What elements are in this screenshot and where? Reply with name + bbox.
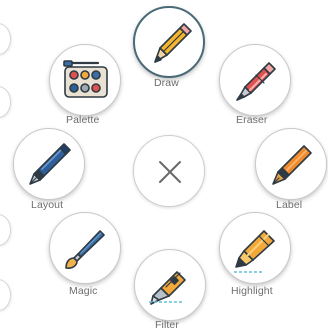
pencil-icon	[154, 23, 192, 63]
eraser-label: Eraser	[236, 114, 268, 126]
filter-label: Filter	[155, 319, 179, 331]
side-tab[interactable]	[0, 24, 10, 54]
eraser-tool-button[interactable]	[219, 44, 291, 116]
palette-tool-button[interactable]	[49, 44, 121, 116]
filter-tool-button[interactable]	[134, 249, 206, 321]
side-tab[interactable]	[0, 215, 10, 245]
magic-tool-button[interactable]	[49, 212, 121, 284]
label-label: Label	[276, 199, 303, 211]
radial-tool-menu: Draw Eraser Label Highlight Filter Magic…	[0, 0, 328, 331]
close-icon	[159, 161, 181, 183]
side-tab[interactable]	[0, 87, 10, 117]
eraser-pen-icon	[236, 62, 276, 101]
layout-label: Layout	[31, 199, 64, 211]
close-button[interactable]	[133, 135, 205, 207]
highlight-tool-button[interactable]	[219, 212, 291, 284]
highlighter-icon	[234, 230, 275, 273]
palette-label: Palette	[66, 114, 100, 126]
draw-tool-button[interactable]	[133, 6, 205, 78]
highlight-label: Highlight	[231, 285, 273, 297]
magic-label: Magic	[69, 285, 98, 297]
label-tool-button[interactable]	[255, 128, 327, 200]
paint-palette-icon	[63, 60, 108, 98]
calligraphy-pen-icon	[29, 143, 71, 185]
layout-tool-button[interactable]	[13, 128, 85, 200]
draw-label: Draw	[154, 77, 179, 89]
fountain-pen-icon	[272, 145, 312, 185]
side-tab[interactable]	[0, 280, 10, 310]
paintbrush-icon	[65, 230, 105, 269]
utility-knife-icon	[149, 271, 186, 305]
